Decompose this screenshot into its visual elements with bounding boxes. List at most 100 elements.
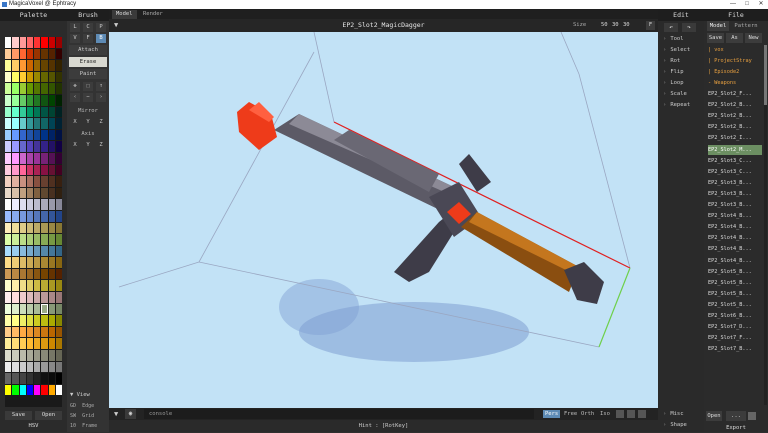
palette-swatch[interactable] (12, 326, 19, 338)
palette-swatch[interactable] (12, 94, 19, 106)
palette-swatch[interactable] (19, 60, 26, 71)
palette-swatch[interactable] (26, 257, 33, 268)
file-item[interactable]: EP2_Slot4_B... (708, 244, 762, 254)
file-item[interactable]: EP2_Slot4_B... (708, 233, 762, 243)
palette-swatch[interactable] (48, 210, 55, 222)
palette-swatch[interactable] (48, 83, 55, 94)
palette-swatch[interactable] (19, 164, 26, 176)
palette-swatch[interactable] (34, 83, 41, 94)
palette-swatch[interactable] (41, 350, 48, 361)
move-tool-icon[interactable]: ✥ (70, 82, 80, 91)
palette-swatch[interactable] (48, 350, 55, 361)
file-scrollbar-thumb[interactable] (764, 45, 767, 105)
palette-swatch[interactable] (5, 210, 12, 222)
size-z-field[interactable]: 30 (623, 22, 630, 28)
palette-swatch[interactable] (48, 315, 55, 326)
axis-y-button[interactable]: Y (83, 141, 93, 150)
palette-swatch[interactable] (5, 48, 12, 60)
brush-type-line[interactable]: L (70, 23, 80, 32)
palette-swatch[interactable] (26, 187, 33, 199)
palette-swatch[interactable] (41, 268, 48, 280)
palette-swatch[interactable] (19, 315, 26, 326)
palette-swatch[interactable] (34, 94, 41, 106)
palette-swatch[interactable] (55, 268, 62, 280)
palette-swatch[interactable] (12, 303, 19, 315)
file-item[interactable]: EP2_Slot2_B... (708, 111, 762, 121)
palette-swatch[interactable] (55, 37, 62, 48)
tab-render[interactable]: Render (139, 10, 167, 19)
palette-swatch[interactable] (5, 280, 12, 292)
palette-swatch[interactable] (26, 268, 33, 280)
palette-swatch[interactable] (19, 245, 26, 257)
palette-swatch[interactable] (19, 152, 26, 164)
palette-swatch[interactable] (12, 187, 19, 199)
palette-swatch[interactable] (19, 234, 26, 245)
palette-swatch[interactable] (34, 37, 41, 48)
palette-swatch[interactable] (55, 187, 62, 199)
palette-swatch[interactable] (48, 60, 55, 71)
palette-swatch[interactable] (19, 83, 26, 94)
palette-swatch[interactable] (34, 245, 41, 257)
palette-swatch[interactable] (12, 176, 19, 187)
palette-swatch[interactable] (55, 234, 62, 245)
palette-swatch[interactable] (12, 71, 19, 83)
size-y-field[interactable]: 30 (612, 22, 619, 28)
palette-swatch[interactable] (41, 373, 48, 384)
palette-swatch[interactable] (55, 384, 62, 396)
file-item[interactable]: EP2_Slot7_D... (708, 322, 762, 332)
palette-swatch[interactable] (19, 129, 26, 141)
palette-swatch[interactable] (55, 315, 62, 326)
console-input[interactable]: console (144, 409, 534, 419)
palette-swatch[interactable] (26, 384, 33, 396)
palette-swatch[interactable] (41, 141, 48, 152)
palette-swatch[interactable] (48, 141, 55, 152)
edit-item-repeat[interactable]: › Repeat (658, 100, 704, 111)
palette-swatch[interactable] (41, 292, 48, 303)
palette-swatch[interactable] (5, 199, 12, 210)
palette-swatch[interactable] (12, 292, 19, 303)
palette-swatch[interactable] (55, 280, 62, 292)
palette-swatch[interactable] (26, 141, 33, 152)
edit-item-tool[interactable]: › Tool (658, 34, 704, 45)
edit-item-loop[interactable]: › Loop (658, 78, 704, 89)
palette-swatch[interactable] (34, 199, 41, 210)
redo-icon[interactable]: ↷ (682, 23, 696, 32)
file-more-button[interactable]: ... (726, 411, 746, 421)
palette-swatch[interactable] (41, 187, 48, 199)
palette-swatch[interactable] (48, 234, 55, 245)
palette-swatch[interactable] (26, 48, 33, 60)
palette-swatch[interactable] (26, 83, 33, 94)
palette-swatch[interactable] (5, 245, 12, 257)
mirror-x-button[interactable]: X (70, 118, 80, 127)
maximize-button[interactable]: □ (740, 0, 754, 9)
axis-x-button[interactable]: X (70, 141, 80, 150)
palette-swatch[interactable] (48, 152, 55, 164)
camera-iso-button[interactable]: Iso (600, 410, 610, 418)
palette-swatch[interactable] (48, 245, 55, 257)
palette-swatch[interactable] (55, 326, 62, 338)
palette-swatch[interactable] (41, 361, 48, 373)
palette-swatch[interactable] (34, 257, 41, 268)
palette-swatch[interactable] (55, 152, 62, 164)
palette-swatch[interactable] (26, 234, 33, 245)
palette-swatch[interactable] (26, 245, 33, 257)
palette-swatch[interactable] (5, 94, 12, 106)
palette-swatch[interactable] (41, 210, 48, 222)
palette-swatch[interactable] (19, 71, 26, 83)
palette-swatch[interactable] (34, 350, 41, 361)
palette-swatch[interactable] (48, 199, 55, 210)
file-new-button[interactable]: New (745, 33, 762, 43)
palette-swatch[interactable] (26, 199, 33, 210)
palette-swatch[interactable] (5, 361, 12, 373)
palette-swatch[interactable] (41, 94, 48, 106)
file-item[interactable]: EP2_Slot4_B... (708, 222, 762, 232)
file-scrollbar[interactable] (764, 45, 767, 405)
palette-swatch[interactable] (12, 373, 19, 384)
palette-swatch[interactable] (55, 164, 62, 176)
palette-swatch[interactable] (5, 303, 12, 315)
palette-swatch[interactable] (41, 164, 48, 176)
palette-swatch[interactable] (19, 361, 26, 373)
palette-swatch[interactable] (41, 176, 48, 187)
palette-swatch[interactable] (48, 326, 55, 338)
palette-swatch[interactable] (12, 164, 19, 176)
